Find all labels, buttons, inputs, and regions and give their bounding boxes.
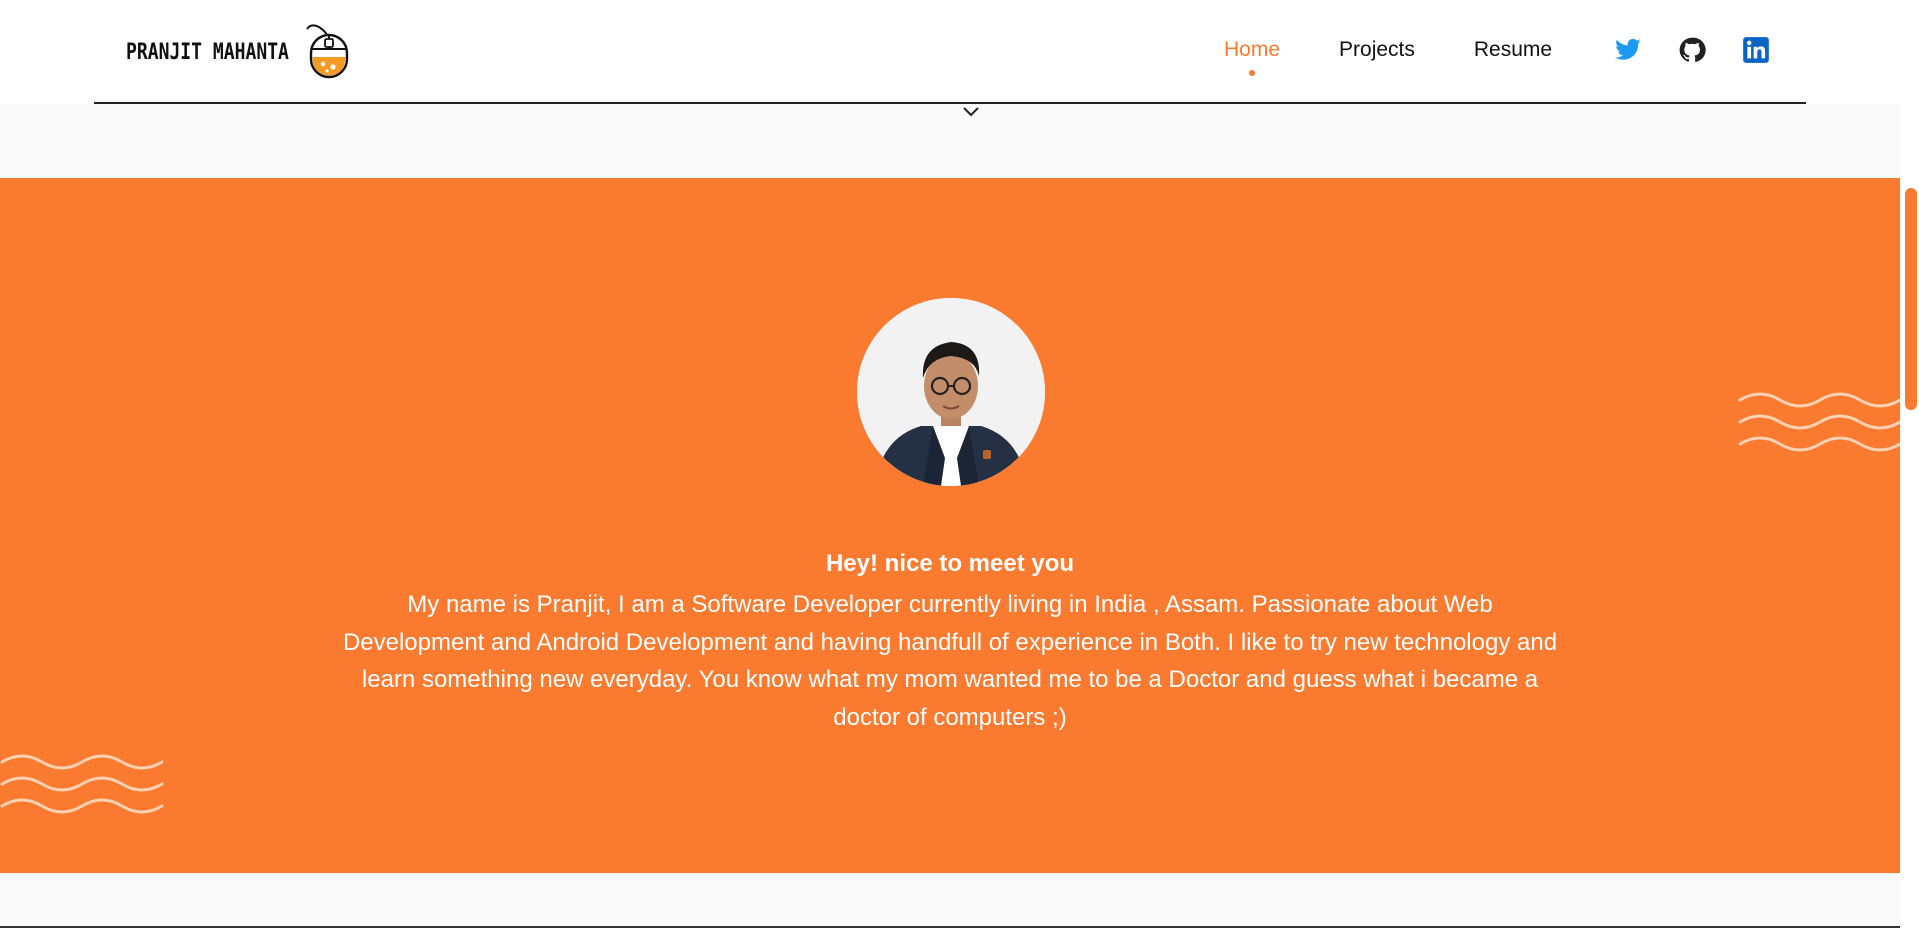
twitter-icon[interactable] xyxy=(1614,36,1642,64)
profile-photo xyxy=(857,298,1045,486)
mouse-logo-icon xyxy=(305,24,348,79)
nav-resume-label: Resume xyxy=(1473,38,1553,61)
social-links xyxy=(1614,36,1770,64)
wave-decoration-icon xyxy=(0,754,164,814)
person-illustration-icon xyxy=(857,298,1045,486)
main-nav: Home Projects Resume xyxy=(1212,32,1564,76)
github-icon[interactable] xyxy=(1678,36,1706,64)
active-indicator-dot xyxy=(1249,70,1256,76)
brand-logo-link[interactable]: PRANJIT MAHANTA xyxy=(126,22,353,82)
chevron-down-icon[interactable] xyxy=(961,105,981,119)
nav-resume[interactable]: Resume xyxy=(1462,32,1564,68)
site-header: PRANJIT MAHANTA Home Projects Resume xyxy=(0,0,1900,104)
nav-projects[interactable]: Projects xyxy=(1327,32,1427,68)
page: PRANJIT MAHANTA Home Projects Resume Hey… xyxy=(0,0,1919,928)
header-divider xyxy=(94,102,1806,104)
hero-section: Hey! nice to meet you My name is Pranjit… xyxy=(0,178,1900,873)
nav-home-label: Home xyxy=(1224,38,1281,61)
brand-name: PRANJIT MAHANTA xyxy=(126,39,289,65)
nav-home[interactable]: Home xyxy=(1212,32,1292,76)
linkedin-icon[interactable] xyxy=(1742,36,1770,64)
scrollbar-thumb[interactable] xyxy=(1905,188,1917,410)
hero-title: Hey! nice to meet you xyxy=(825,550,1075,577)
wave-decoration-icon xyxy=(1738,392,1900,452)
scrollbar[interactable] xyxy=(1900,0,1919,928)
hero-description: My name is Pranjit, I am a Software Deve… xyxy=(342,591,1558,731)
nav-projects-label: Projects xyxy=(1339,38,1415,61)
